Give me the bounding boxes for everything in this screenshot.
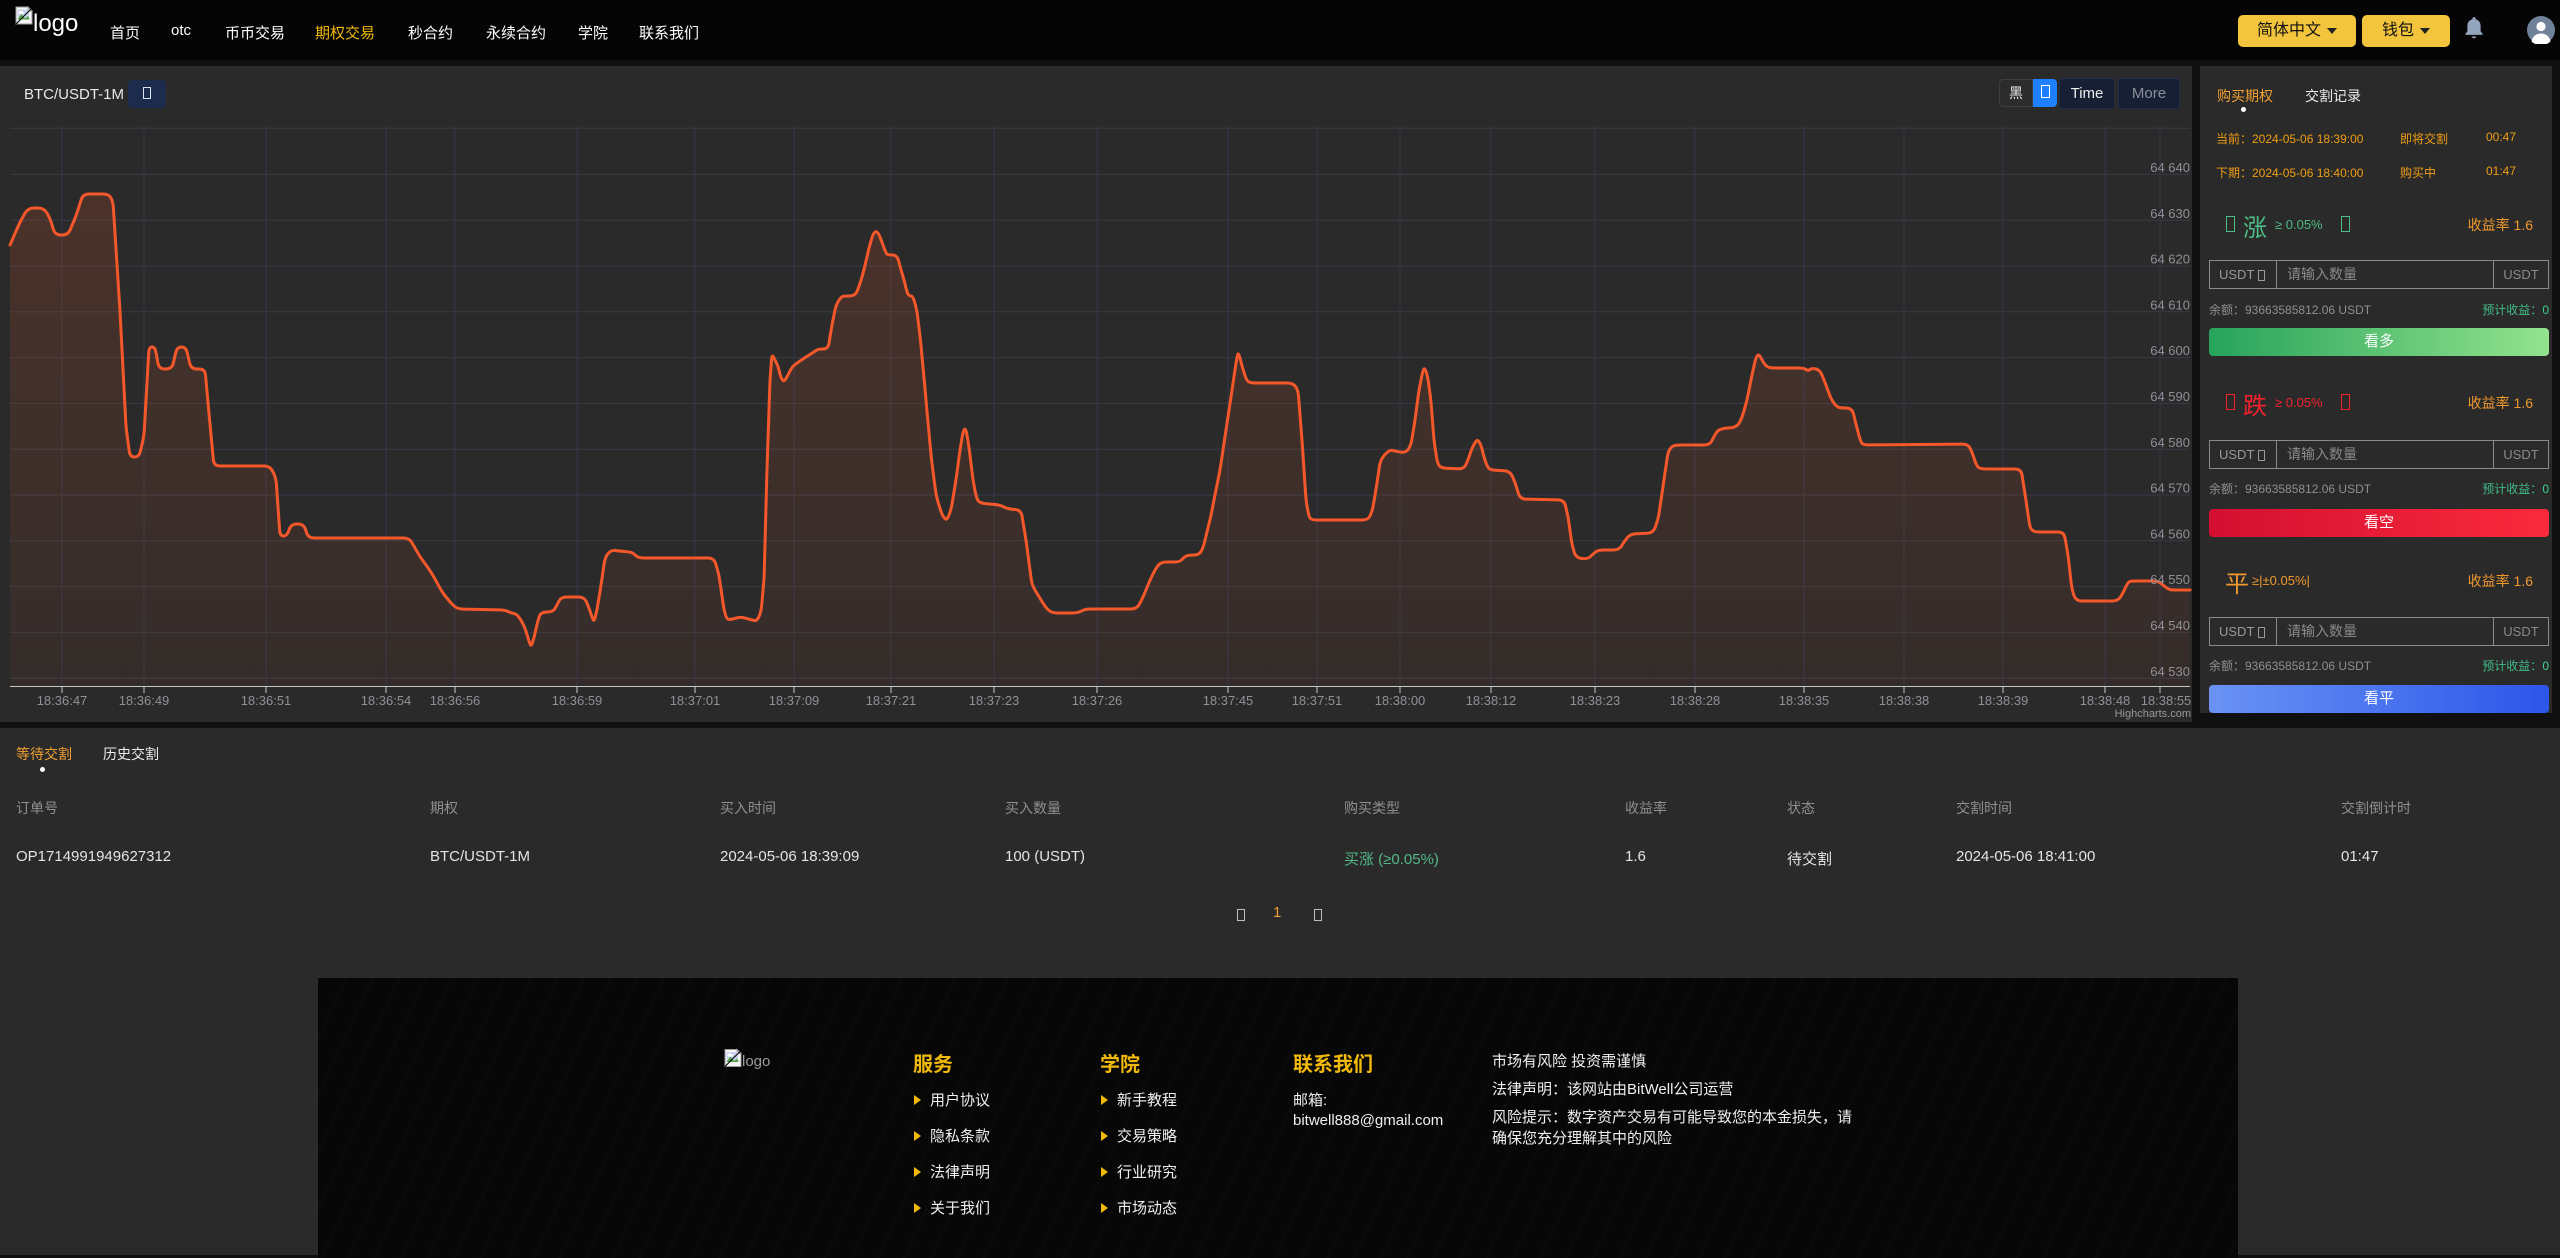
svg-text:18:37:23: 18:37:23	[969, 693, 1020, 708]
svg-text:18:37:26: 18:37:26	[1072, 693, 1123, 708]
svg-text:18:38:48: 18:38:48	[2080, 693, 2131, 708]
svg-text:18:38:28: 18:38:28	[1670, 693, 1721, 708]
svg-text:64 630: 64 630	[2150, 206, 2190, 221]
svg-text:18:36:56: 18:36:56	[430, 693, 481, 708]
svg-text:Highcharts.com: Highcharts.com	[2115, 708, 2191, 720]
svg-text:18:36:49: 18:36:49	[119, 693, 170, 708]
svg-text:64 620: 64 620	[2150, 252, 2190, 267]
svg-text:18:38:38: 18:38:38	[1879, 693, 1930, 708]
svg-text:18:37:09: 18:37:09	[769, 693, 820, 708]
svg-text:64 570: 64 570	[2150, 481, 2190, 496]
svg-text:18:37:51: 18:37:51	[1292, 693, 1343, 708]
svg-text:64 540: 64 540	[2150, 618, 2190, 633]
svg-text:18:38:23: 18:38:23	[1570, 693, 1621, 708]
svg-text:64 550: 64 550	[2150, 572, 2190, 587]
svg-text:64 590: 64 590	[2150, 389, 2190, 404]
svg-text:18:38:35: 18:38:35	[1779, 693, 1830, 708]
svg-text:18:37:21: 18:37:21	[866, 693, 917, 708]
svg-text:18:36:47: 18:36:47	[37, 693, 88, 708]
svg-text:18:36:54: 18:36:54	[361, 693, 412, 708]
svg-text:18:37:01: 18:37:01	[670, 693, 721, 708]
svg-text:18:36:59: 18:36:59	[552, 693, 603, 708]
svg-text:18:38:12: 18:38:12	[1466, 693, 1517, 708]
svg-text:64 530: 64 530	[2150, 664, 2190, 679]
svg-text:64 610: 64 610	[2150, 297, 2190, 312]
svg-text:18:37:45: 18:37:45	[1203, 693, 1254, 708]
svg-text:18:36:51: 18:36:51	[241, 693, 292, 708]
svg-text:18:38:55: 18:38:55	[2141, 693, 2192, 708]
svg-text:18:38:00: 18:38:00	[1375, 693, 1426, 708]
svg-text:18:38:39: 18:38:39	[1978, 693, 2029, 708]
svg-text:64 580: 64 580	[2150, 435, 2190, 450]
svg-text:64 560: 64 560	[2150, 526, 2190, 541]
svg-text:64 600: 64 600	[2150, 343, 2190, 358]
svg-text:64 640: 64 640	[2150, 160, 2190, 175]
